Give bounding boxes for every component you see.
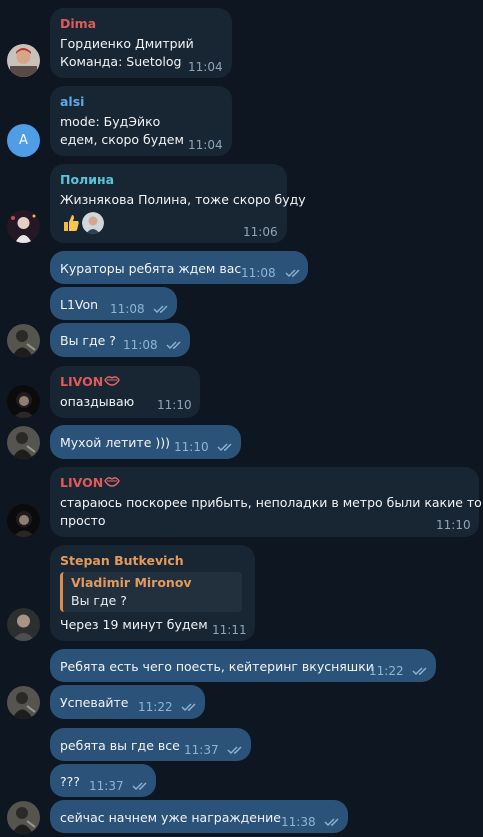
message-bubble[interactable]: LIVON стараюсь поскорее прибыть, неполад… [50, 467, 482, 537]
avatar-letter: A [19, 133, 28, 148]
message-text: Мухой летите ))) [60, 435, 170, 450]
message-text: Через 19 минут будем [60, 617, 208, 632]
lips-emoji-icon [104, 477, 120, 487]
message-time: 11:22 [138, 700, 173, 714]
message-text: Вы где ? [60, 333, 116, 348]
avatar-polina[interactable] [7, 210, 40, 243]
message-time: 11:08 [110, 302, 145, 316]
message-time: 11:04 [188, 60, 223, 74]
message-bubble[interactable]: Вы где ? 11:08 [50, 323, 190, 357]
message-bubble[interactable]: Полина Жизнякова Полина, тоже скоро буду… [50, 164, 306, 243]
message-text: Ребята есть чего поесть, кейтеринг вкусн… [60, 659, 374, 674]
avatar-livon[interactable] [7, 385, 40, 418]
message-text: mode: БудЭйко [60, 114, 161, 129]
message-time: 11:11 [212, 623, 247, 637]
read-checkmarks-icon [132, 782, 147, 790]
sender-name[interactable]: Полина [60, 172, 114, 187]
sender-name[interactable]: LIVON [60, 475, 103, 490]
message-text: ребята вы где все [60, 738, 180, 753]
avatar-self[interactable] [7, 686, 40, 719]
message-text: Успевайте [60, 695, 129, 710]
avatar-alsi[interactable]: A [7, 124, 40, 157]
message-bubble[interactable]: LIVON опаздываю 11:10 [50, 366, 200, 418]
thumbs-up-icon[interactable] [60, 212, 82, 234]
user-reaction-avatar[interactable] [82, 212, 104, 234]
message-time: 11:08 [241, 266, 276, 280]
message-text: Команда: Suetolog [60, 54, 182, 69]
read-checkmarks-icon [166, 341, 181, 349]
read-checkmarks-icon [227, 746, 242, 754]
sender-name[interactable]: alsi [60, 94, 84, 109]
lips-emoji-icon [104, 376, 120, 386]
message-time: 11:22 [369, 664, 404, 678]
message-time: 11:37 [184, 743, 219, 757]
message-time: 11:08 [123, 338, 158, 352]
message-time: 11:37 [89, 779, 124, 793]
reply-text: Вы где ? [71, 593, 127, 608]
message-text: стараюсь поскорее прибыть, неполадки в м… [60, 495, 482, 510]
message-text: Гордиенко Дмитрий [60, 36, 194, 51]
chat-history: Dima Гордиенко Дмитрий Команда: Suetolog… [0, 0, 483, 837]
message-bubble[interactable]: ??? 11:37 [50, 764, 156, 797]
message-time: 11:10 [174, 440, 209, 454]
message-text: Жизнякова Полина, тоже скоро буду [60, 192, 306, 207]
message-time: 11:06 [243, 225, 278, 239]
message-text: Кураторы ребята ждем вас [60, 261, 242, 276]
message-bubble[interactable]: сейчас начнем уже награждение 11:38 [50, 800, 348, 833]
read-checkmarks-icon [324, 818, 339, 826]
message-bubble[interactable]: alsi mode: БудЭйко едем, скоро будем 11:… [50, 86, 232, 156]
read-checkmarks-icon [217, 443, 232, 451]
message-time: 11:04 [188, 138, 223, 152]
message-bubble[interactable]: Кураторы ребята ждем вас 11:08 [50, 251, 308, 284]
reply-quote[interactable]: Vladimir Mironov Вы где ? [60, 572, 242, 612]
avatar-stepan[interactable] [7, 608, 40, 641]
read-checkmarks-icon [181, 703, 196, 711]
read-checkmarks-icon [153, 305, 168, 313]
reply-sender: Vladimir Mironov [71, 575, 192, 590]
message-text: ??? [60, 774, 80, 789]
sender-name[interactable]: Stepan Butkevich [60, 553, 184, 568]
avatar-self[interactable] [7, 426, 40, 459]
message-bubble[interactable]: Успевайте 11:22 [50, 685, 205, 719]
message-text: просто [60, 513, 106, 528]
message-time: 11:10 [157, 398, 192, 412]
avatar-self[interactable] [7, 324, 40, 357]
message-bubble[interactable]: Ребята есть чего поесть, кейтеринг вкусн… [50, 649, 436, 682]
message-text: едем, скоро будем [60, 132, 184, 147]
message-bubble[interactable]: Мухой летите ))) 11:10 [50, 425, 241, 459]
sender-name[interactable]: Dima [60, 16, 96, 31]
message-bubble[interactable]: Dima Гордиенко Дмитрий Команда: Suetolog… [50, 8, 232, 78]
message-text: сейчас начнем уже награждение [60, 810, 281, 825]
avatar-dima[interactable] [7, 44, 40, 77]
message-text: L1Von [60, 297, 99, 312]
read-checkmarks-icon [285, 269, 300, 277]
read-checkmarks-icon [412, 667, 427, 675]
sender-name[interactable]: LIVON [60, 374, 103, 389]
message-time: 11:10 [436, 518, 471, 532]
avatar-self[interactable] [7, 801, 40, 834]
avatar-livon[interactable] [7, 504, 40, 537]
message-bubble[interactable]: L1Von 11:08 [50, 287, 177, 320]
message-bubble[interactable]: Stepan Butkevich Vladimir Mironov Вы где… [50, 545, 255, 641]
message-time: 11:38 [281, 815, 316, 829]
message-bubble[interactable]: ребята вы где все 11:37 [50, 728, 251, 761]
message-text: опаздываю [60, 394, 135, 409]
